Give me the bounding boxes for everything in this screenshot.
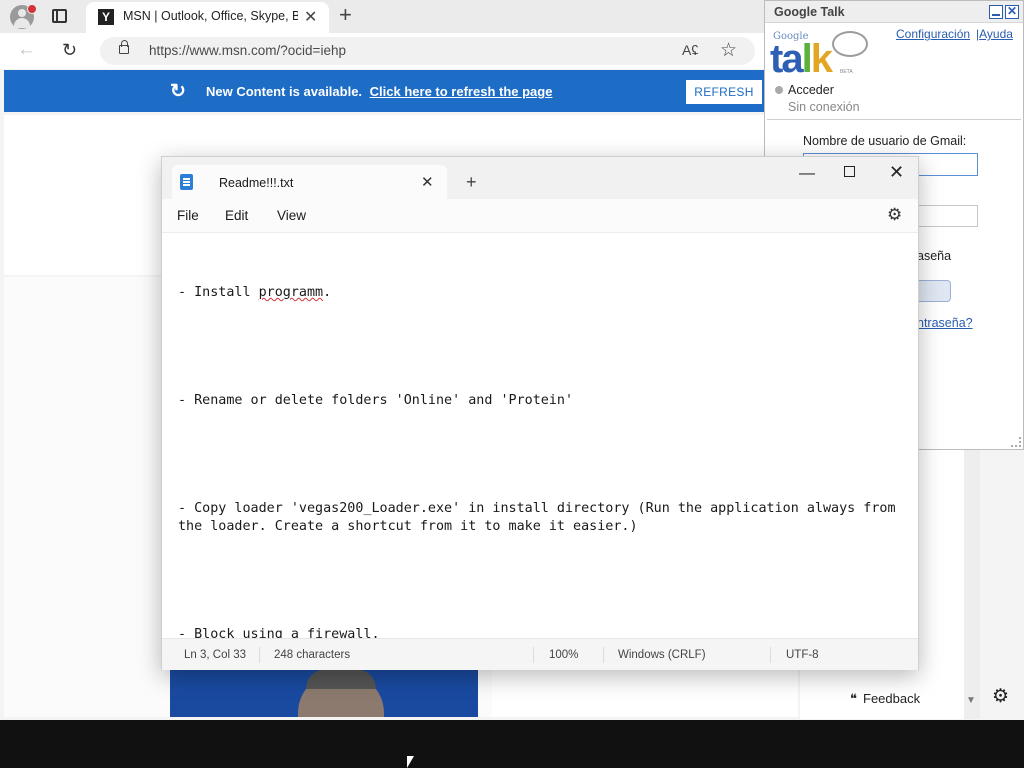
gtalk-help-wrap: |Ayuda [976,27,1013,41]
status-encoding[interactable]: UTF-8 [786,649,819,661]
notepad-file-icon [180,174,193,190]
lock-icon[interactable] [119,40,129,54]
gtalk-config-link[interactable]: Configuración [896,27,970,41]
notepad-text-area[interactable]: - Install programm. - Rename or delete f… [178,248,902,680]
gtalk-title: Google Talk [774,5,845,19]
notepad-settings-gear-icon[interactable]: ⚙ [887,205,902,225]
text-line-3: - Copy loader 'vegas200_Loader.exe' in i… [178,501,904,534]
read-aloud-icon[interactable]: Aʢ [682,42,698,58]
notepad-statusbar: Ln 3, Col 33 248 characters 100% Windows… [162,638,918,670]
mouse-cursor-icon [407,756,414,768]
browser-tab-title: MSN | Outlook, Office, Skype, Bing [123,9,298,23]
banner-refresh-icon: ↻ [170,81,186,102]
page-scrollbar[interactable] [964,449,980,719]
text-line-1: - Install programm. [178,284,902,302]
notepad-new-tab-icon[interactable]: + [466,172,477,193]
banner-refresh-link[interactable]: Click here to refresh the page [370,84,553,99]
address-url[interactable]: https://www.msn.com/?ocid=iehp [149,43,346,58]
browser-tab-msn[interactable]: Y MSN | Outlook, Office, Skype, Bing ✕ [86,2,329,33]
status-zoom[interactable]: 100% [549,649,578,661]
gtalk-password-label: aseña [917,249,952,263]
gtalk-username-label: Nombre de usuario de Gmail: [803,134,967,148]
notepad-menubar: File Edit View ⚙ [162,199,918,233]
menu-edit[interactable]: Edit [225,208,248,223]
gtalk-resize-grip-icon[interactable] [1011,437,1021,447]
status-line-ending[interactable]: Windows (CRLF) [618,649,706,661]
gtalk-signin-button[interactable] [915,280,951,302]
favorite-star-icon[interactable]: ☆ [720,39,737,62]
status-cursor-position: Ln 3, Col 33 [184,649,247,661]
logo-letter-l: l [801,37,813,81]
line1-prefix: - Install [178,285,259,300]
feedback-icon: ❝ [850,691,857,706]
gtalk-forgot-password-link[interactable]: ntraseña? [917,316,973,330]
refresh-button[interactable]: REFRESH [686,80,762,104]
browser-tab-close-icon[interactable]: ✕ [304,7,317,27]
gtalk-second-input[interactable] [915,205,978,227]
banner-message: New Content is available. [206,84,363,99]
status-char-count: 248 characters [274,649,351,661]
scroll-down-chevron-icon[interactable]: ▼ [966,695,976,706]
reload-icon[interactable]: ↻ [62,40,77,61]
notepad-minimize-icon[interactable]: — [799,165,815,183]
taskbar [0,720,1024,768]
profile-avatar-icon[interactable] [10,4,37,29]
notepad-tab-title: Readme!!!.txt [219,176,294,190]
back-arrow-icon[interactable]: ← [17,39,36,61]
notepad-window: Readme!!!.txt ✕ + — ✕ File Edit View ⚙ -… [161,156,919,670]
feedback-button[interactable]: ❝ Feedback [850,691,920,707]
address-bar[interactable]: https://www.msn.com/?ocid=iehp Aʢ ☆ [100,37,755,65]
gtalk-logo-beta: BETA [840,69,853,75]
notepad-close-icon[interactable]: ✕ [889,162,904,183]
notepad-titlebar[interactable]: Readme!!!.txt ✕ + — ✕ [162,157,918,199]
gtalk-status-dot-icon [775,86,783,94]
menu-file[interactable]: File [177,208,199,223]
gtalk-minimize-icon[interactable] [989,5,1003,19]
logo-letter-t: t [770,37,783,81]
text-line-2: - Rename or delete folders 'Online' and … [178,393,574,408]
notepad-tab-readme[interactable]: Readme!!!.txt ✕ [172,165,447,199]
gtalk-divider [767,119,1021,120]
gtalk-logo: Google talk BETA [770,29,870,82]
tab-actions-icon[interactable] [52,9,67,23]
gtalk-help-link[interactable]: Ayuda [979,27,1013,41]
gtalk-logo-word: talk [770,37,833,82]
msn-favicon-icon: Y [98,9,114,25]
browser-new-tab-icon[interactable]: + [339,2,352,28]
banner-text-wrap: New Content is available. Click here to … [206,84,552,99]
gtalk-close-icon[interactable]: ✕ [1005,5,1019,19]
page-settings-gear-icon[interactable]: ⚙ [992,685,1009,708]
line1-misspelled-word: programm [258,285,324,300]
notepad-maximize-icon[interactable] [844,166,855,177]
logo-letter-k: k [810,37,833,81]
feedback-label: Feedback [863,691,921,706]
gtalk-status: Acceder [788,83,834,97]
gtalk-offline-text: Sin conexión [788,100,860,114]
menu-view[interactable]: View [277,208,306,223]
line1-suffix: . [323,285,332,300]
logo-letter-a: a [781,37,803,81]
gtalk-logo-bubble-icon [832,31,868,57]
gtalk-titlebar[interactable]: Google Talk ✕ [765,1,1023,23]
notepad-tab-close-icon[interactable]: ✕ [421,173,434,191]
